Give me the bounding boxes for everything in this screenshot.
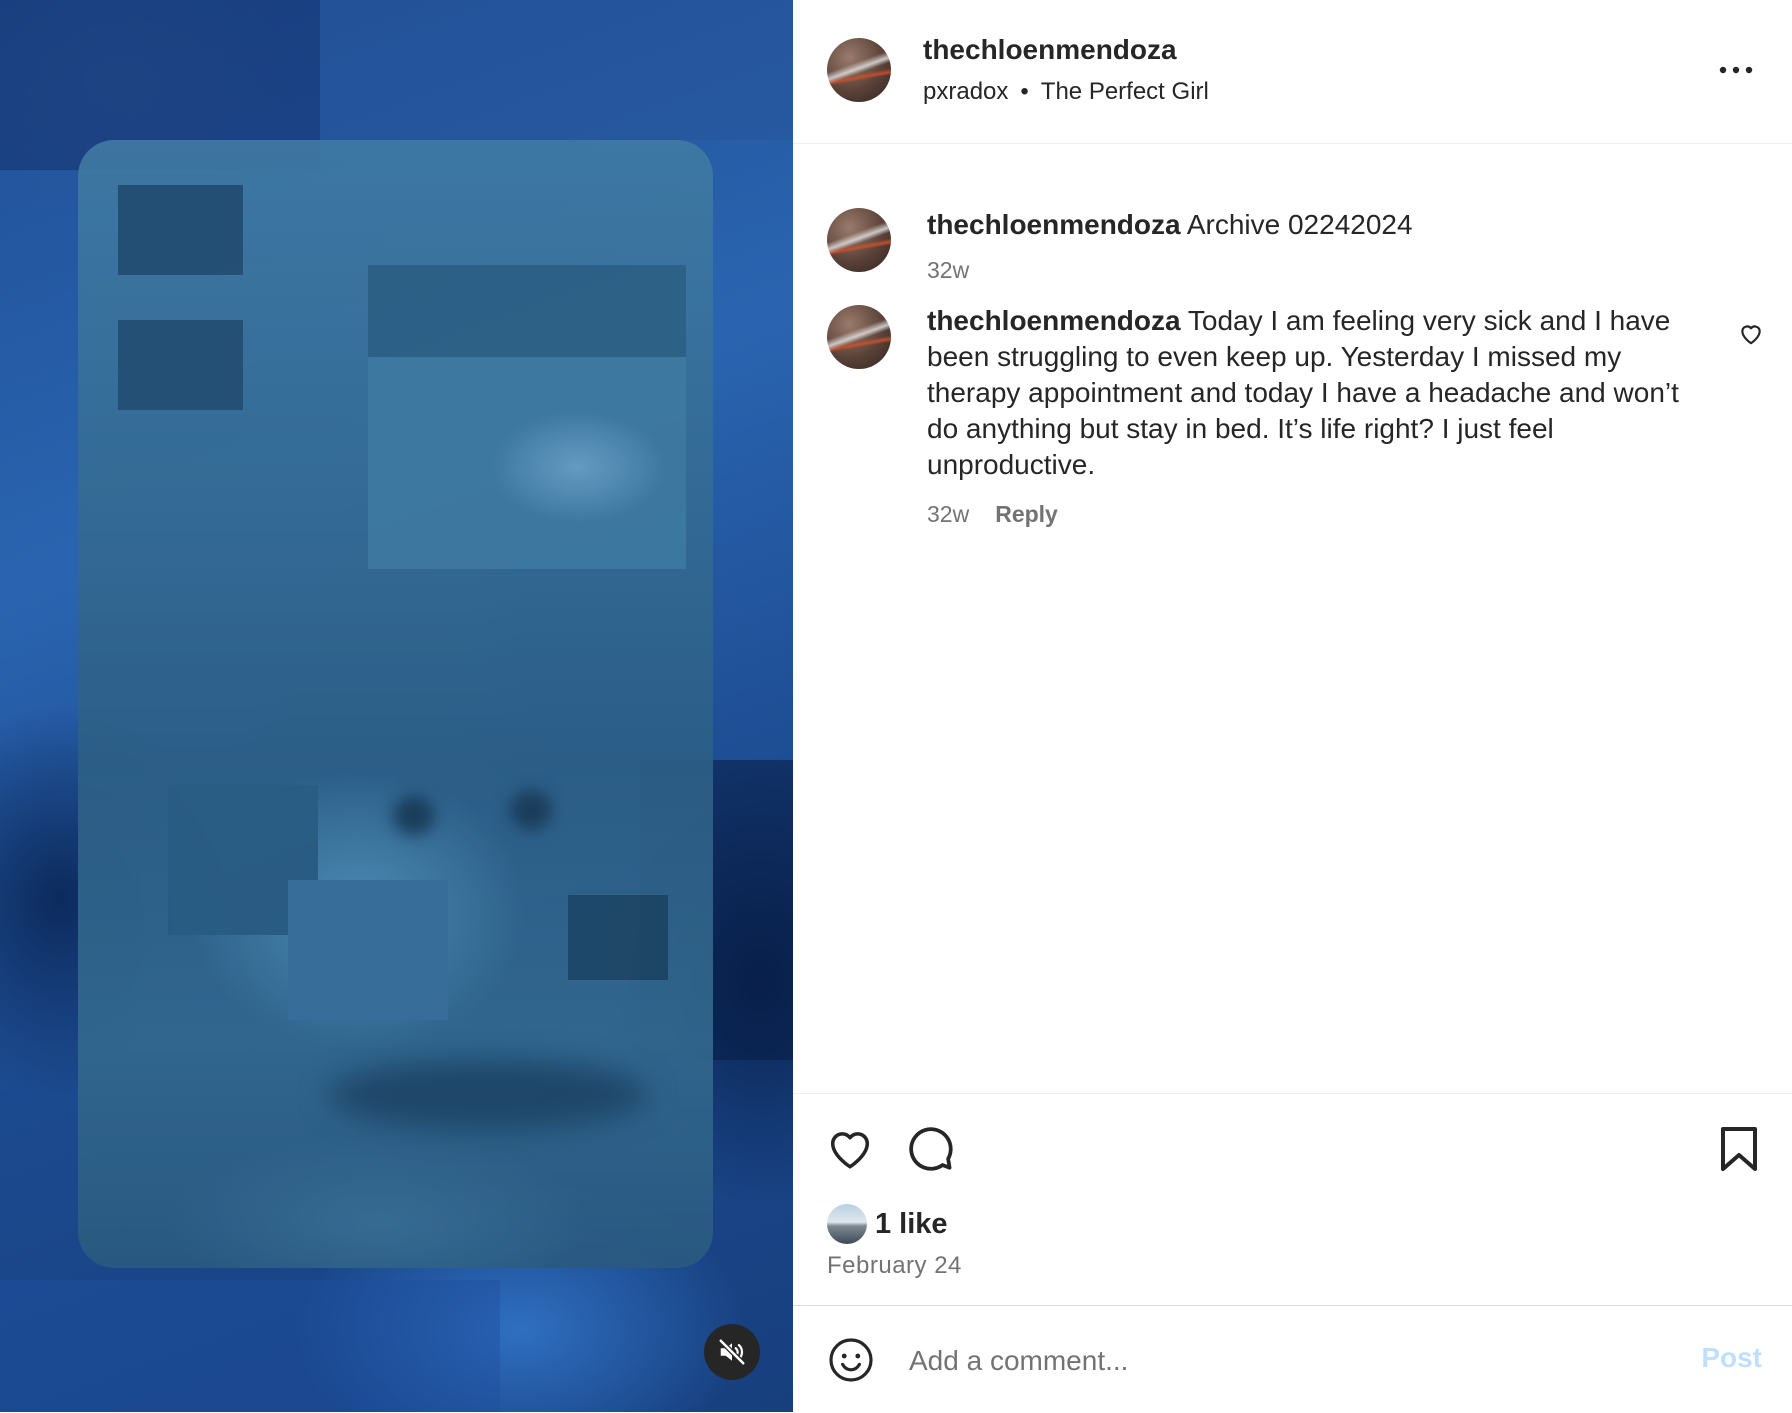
- video-glitch-square: [368, 265, 686, 357]
- commenter-avatar[interactable]: [827, 305, 891, 369]
- like-button[interactable]: [825, 1124, 875, 1179]
- video-glitch-square: [288, 880, 448, 1020]
- post-comment-button[interactable]: Post: [1701, 1342, 1762, 1374]
- video-glitch-square: [368, 357, 686, 569]
- heart-icon: [830, 1132, 870, 1169]
- comment-username[interactable]: thechloenmendoza: [927, 209, 1181, 240]
- bookmark-icon: [1721, 1127, 1757, 1171]
- video-glitch-block: [320, 0, 793, 140]
- post-header: thechloenmendoza pxradox • The Perfect G…: [793, 0, 1792, 144]
- video-face-frame: [78, 140, 713, 1268]
- audio-separator: •: [1020, 78, 1029, 105]
- comment-button[interactable]: [905, 1124, 955, 1179]
- comment-username[interactable]: thechloenmendoza: [927, 305, 1181, 336]
- comment-like-icon[interactable]: [1738, 321, 1764, 347]
- comment-text: Archive 02242024: [1186, 209, 1413, 240]
- comment-input[interactable]: [907, 1336, 1651, 1386]
- likes-count[interactable]: 1 like: [875, 1208, 948, 1241]
- audio-track[interactable]: The Perfect Girl: [1041, 78, 1209, 106]
- comment-meta: 32w Reply: [927, 501, 1058, 528]
- post-modal: thechloenmendoza pxradox • The Perfect G…: [0, 0, 1792, 1412]
- audio-attribution: pxradox • The Perfect Girl: [923, 78, 1209, 106]
- likes-summary[interactable]: 1 like: [827, 1204, 948, 1244]
- post-video[interactable]: [0, 0, 793, 1412]
- commenter-avatar[interactable]: [827, 208, 891, 272]
- speaker-muted-icon: [718, 1338, 746, 1366]
- emoji-button[interactable]: [827, 1336, 875, 1384]
- liker-avatar[interactable]: [827, 1204, 867, 1244]
- author-avatar[interactable]: [827, 38, 891, 102]
- action-bar: 1 like February 24: [793, 1093, 1792, 1304]
- comment-body: thechloenmendoza Archive 02242024: [927, 207, 1707, 243]
- comment-age[interactable]: 32w: [927, 257, 969, 284]
- comment-age[interactable]: 32w: [927, 501, 969, 528]
- comment-meta: 32w: [927, 257, 969, 284]
- video-shadow: [328, 1060, 648, 1130]
- mute-button[interactable]: [704, 1324, 760, 1380]
- post-date[interactable]: February 24: [827, 1252, 962, 1280]
- author-username[interactable]: thechloenmendoza: [923, 34, 1177, 66]
- save-button[interactable]: [1717, 1124, 1761, 1179]
- post-details-panel: thechloenmendoza pxradox • The Perfect G…: [793, 0, 1792, 1412]
- comment-body: thechloenmendoza Today I am feeling very…: [927, 303, 1707, 483]
- audio-artist[interactable]: pxradox: [923, 78, 1008, 106]
- more-options-icon: [1719, 66, 1753, 74]
- more-options-button[interactable]: [1716, 52, 1756, 88]
- video-glitch-block: [0, 1280, 500, 1412]
- video-glitch-square: [118, 320, 243, 410]
- comment-bubble-icon: [909, 1127, 953, 1171]
- add-comment-bar: Post: [793, 1305, 1792, 1413]
- reply-button[interactable]: Reply: [995, 501, 1058, 528]
- video-glitch-square: [118, 185, 243, 275]
- emoji-icon: [829, 1338, 873, 1382]
- video-shadow: [510, 790, 552, 830]
- video-shadow: [393, 795, 435, 835]
- video-glitch-square: [568, 895, 668, 980]
